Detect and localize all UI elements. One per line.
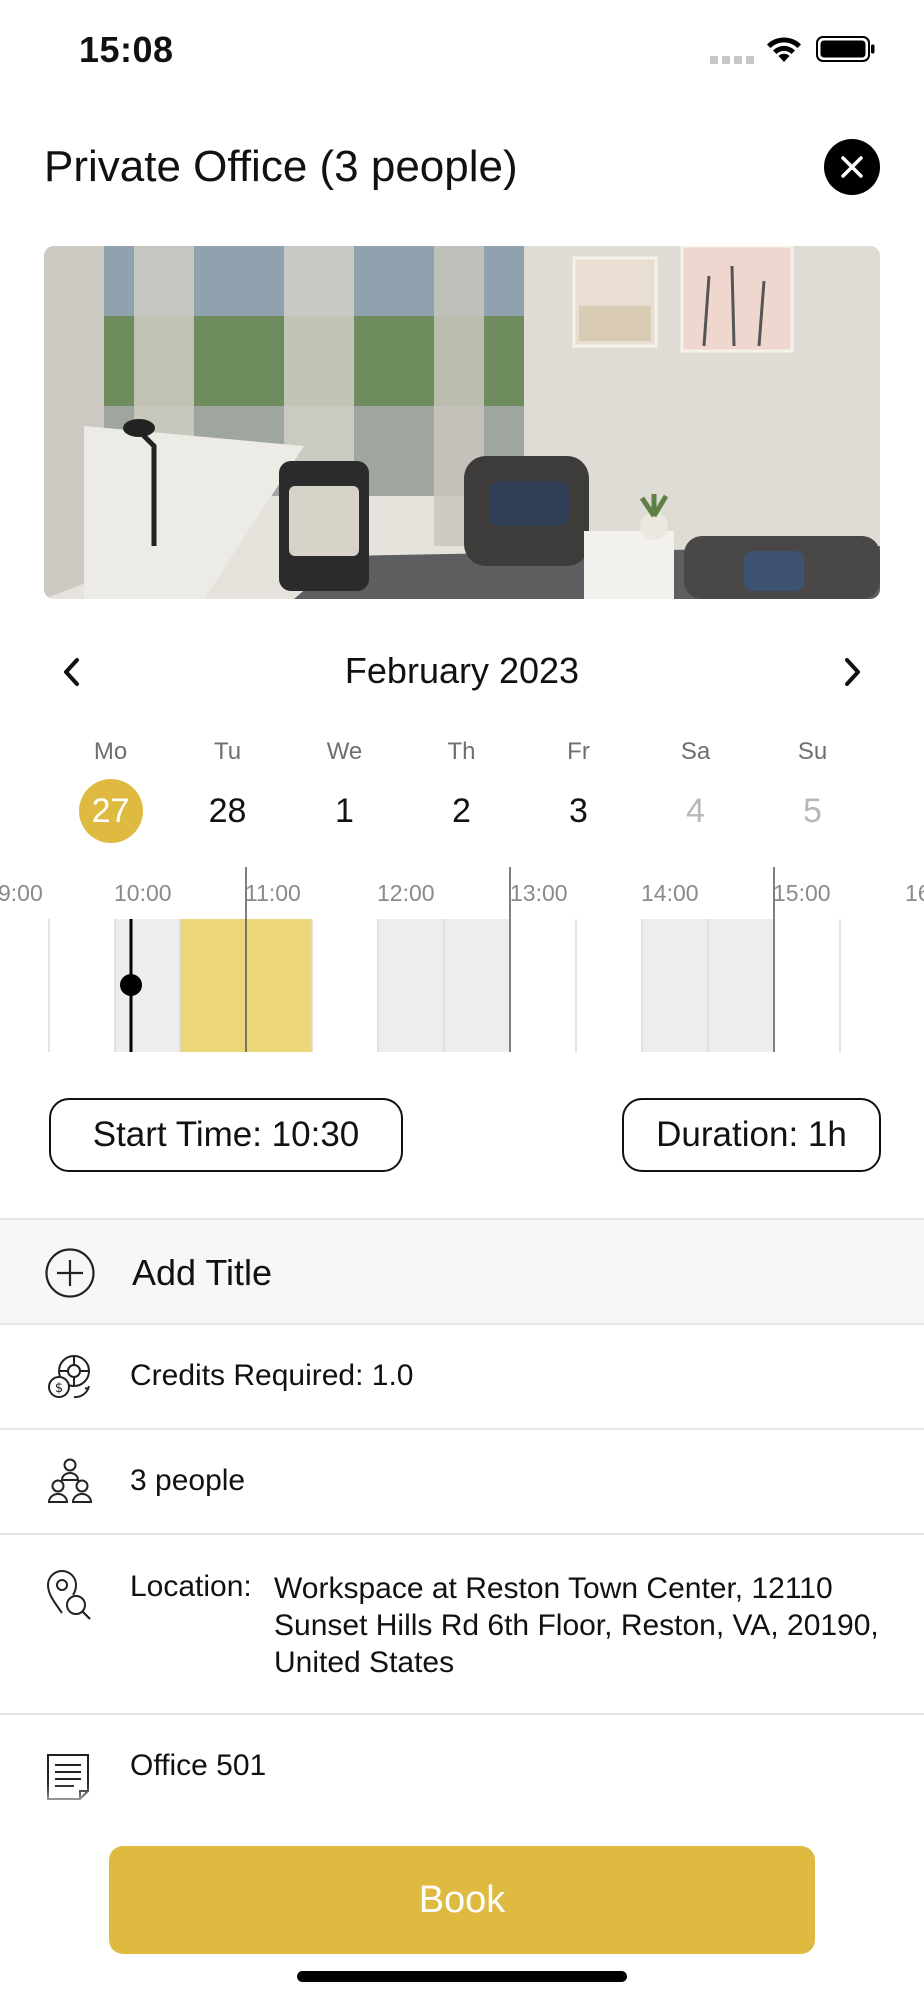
add-title-row[interactable]: Add Title [0,1218,924,1324]
day-number: 2 [452,792,471,830]
credits-label: Credits Required: 1.0 [130,1359,414,1392]
day-name: Tu [213,738,242,765]
wifi-icon [767,37,801,62]
timeline-track [48,867,841,1052]
people-label: 3 people [130,1464,246,1497]
chevron-right-icon[interactable] [836,654,868,690]
location-row: Location: Workspace at Reston Town Cente… [0,1533,924,1713]
day-number: 27 [78,779,143,843]
office-photo [44,246,880,599]
day-saturday[interactable]: Sa 4 [637,735,754,845]
location-icon [46,1570,91,1620]
day-monday[interactable]: Mo 27 [52,735,169,845]
day-name: We [326,738,363,765]
day-name: Th [447,738,476,765]
chevron-left-icon[interactable] [56,654,88,690]
document-icon [47,1754,89,1800]
credits-icon: $ [48,1355,90,1399]
day-name: Fr [567,738,590,765]
plus-circle-icon [45,1248,95,1298]
day-number: 1 [335,792,354,830]
close-icon [841,156,863,178]
close-button[interactable] [824,139,880,195]
battery-icon [816,36,875,62]
week-strip: Mo 27 Tu 28 We 1 Th 2 Fr 3 Sa 4 Su 5 [52,735,872,845]
status-bar: 15:08 [0,0,924,100]
home-indicator [297,1971,627,1982]
duration-button[interactable]: Duration: 1h [622,1098,881,1172]
day-number: 28 [208,792,247,830]
time-slider[interactable]: 9:00 10:00 11:00 12:00 13:00 14:00 15:00… [0,862,924,1054]
day-wednesday[interactable]: We 1 [286,735,403,845]
cellular-signal-icon [710,56,754,64]
day-number: 3 [569,792,588,830]
day-number: 5 [803,792,822,830]
svg-text:$: $ [55,1381,63,1396]
start-time-button[interactable]: Start Time: 10:30 [49,1098,403,1172]
add-title-label: Add Title [132,1252,273,1293]
day-friday[interactable]: Fr 3 [520,735,637,845]
day-tuesday[interactable]: Tu 28 [169,735,286,845]
day-thursday[interactable]: Th 2 [403,735,520,845]
page-title: Private Office (3 people) [44,142,518,191]
current-time-dot [120,974,142,996]
people-row: 3 people [0,1428,924,1533]
day-number: 4 [686,792,705,830]
people-icon [47,1458,93,1503]
day-name: Mo [93,738,128,765]
location-label: Location: [130,1570,252,1603]
month-label: February 2023 [344,650,580,691]
credits-row: $ Credits Required: 1.0 [0,1323,924,1428]
day-name: Sa [680,738,711,765]
status-time: 15:08 [79,29,174,70]
location-address: Workspace at Reston Town Center, 12110 S… [274,1572,879,1679]
day-name: Su [797,738,828,765]
office-label: Office 501 [130,1749,267,1782]
day-sunday[interactable]: Su 5 [754,735,871,845]
book-button[interactable]: Book [109,1846,815,1954]
